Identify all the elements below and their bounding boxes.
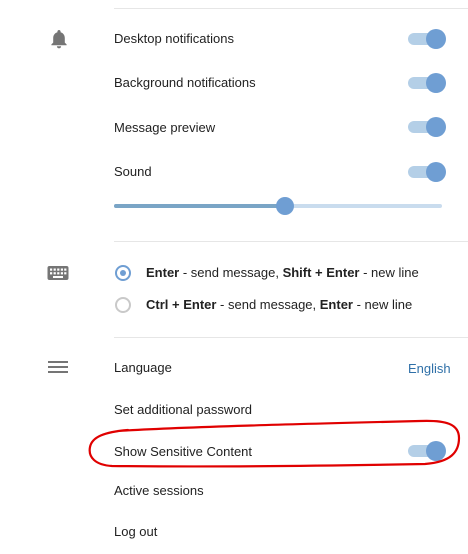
desktop-notifications-label: Desktop notifications bbox=[114, 31, 234, 46]
message-preview-toggle[interactable] bbox=[408, 115, 446, 137]
section-divider bbox=[114, 241, 468, 242]
top-divider bbox=[114, 8, 468, 9]
shortcut-key: Enter bbox=[146, 265, 180, 280]
shortcut-text: - send message, bbox=[179, 265, 283, 280]
background-notifications-label: Background notifications bbox=[114, 75, 256, 90]
send-option-enter-radio[interactable] bbox=[115, 265, 131, 281]
volume-slider[interactable] bbox=[114, 196, 442, 216]
toggle-thumb bbox=[426, 441, 446, 461]
volume-slider-fill bbox=[114, 204, 285, 208]
show-sensitive-content-toggle[interactable] bbox=[408, 439, 446, 461]
shortcut-key: Enter bbox=[319, 297, 353, 312]
shortcut-key: Shift + Enter bbox=[282, 265, 360, 280]
background-notifications-toggle[interactable] bbox=[408, 71, 446, 93]
toggle-thumb bbox=[426, 162, 446, 182]
volume-slider-thumb[interactable] bbox=[275, 197, 294, 215]
sound-toggle[interactable] bbox=[408, 160, 446, 182]
send-option-ctrl-enter-radio[interactable] bbox=[115, 297, 131, 313]
toggle-thumb bbox=[426, 117, 446, 137]
send-option-ctrl-enter-label: Ctrl + Enter - send message, Enter - new… bbox=[146, 297, 412, 313]
shortcut-text: - new line bbox=[359, 265, 419, 280]
show-sensitive-content-label: Show Sensitive Content bbox=[114, 444, 253, 459]
shortcut-text: - send message, bbox=[216, 297, 320, 312]
desktop-notifications-toggle[interactable] bbox=[408, 27, 446, 49]
message-preview-label: Message preview bbox=[114, 120, 216, 135]
language-value-link[interactable]: English bbox=[408, 361, 451, 376]
shortcut-text: - new line bbox=[353, 297, 413, 312]
toggle-thumb bbox=[426, 73, 446, 93]
set-additional-password-item[interactable]: Set additional password bbox=[114, 402, 252, 418]
section-divider bbox=[114, 337, 468, 338]
keyboard-icon bbox=[47, 265, 69, 286]
bell-icon bbox=[48, 28, 70, 55]
log-out-item[interactable]: Log out bbox=[114, 524, 157, 540]
language-label: Language bbox=[114, 360, 172, 375]
shortcut-key: Ctrl + Enter bbox=[146, 297, 217, 312]
active-sessions-item[interactable]: Active sessions bbox=[114, 483, 204, 499]
send-option-enter-label: Enter - send message, Shift + Enter - ne… bbox=[146, 265, 419, 281]
toggle-thumb bbox=[426, 29, 446, 49]
sound-label: Sound bbox=[114, 164, 152, 179]
menu-icon bbox=[48, 360, 68, 379]
